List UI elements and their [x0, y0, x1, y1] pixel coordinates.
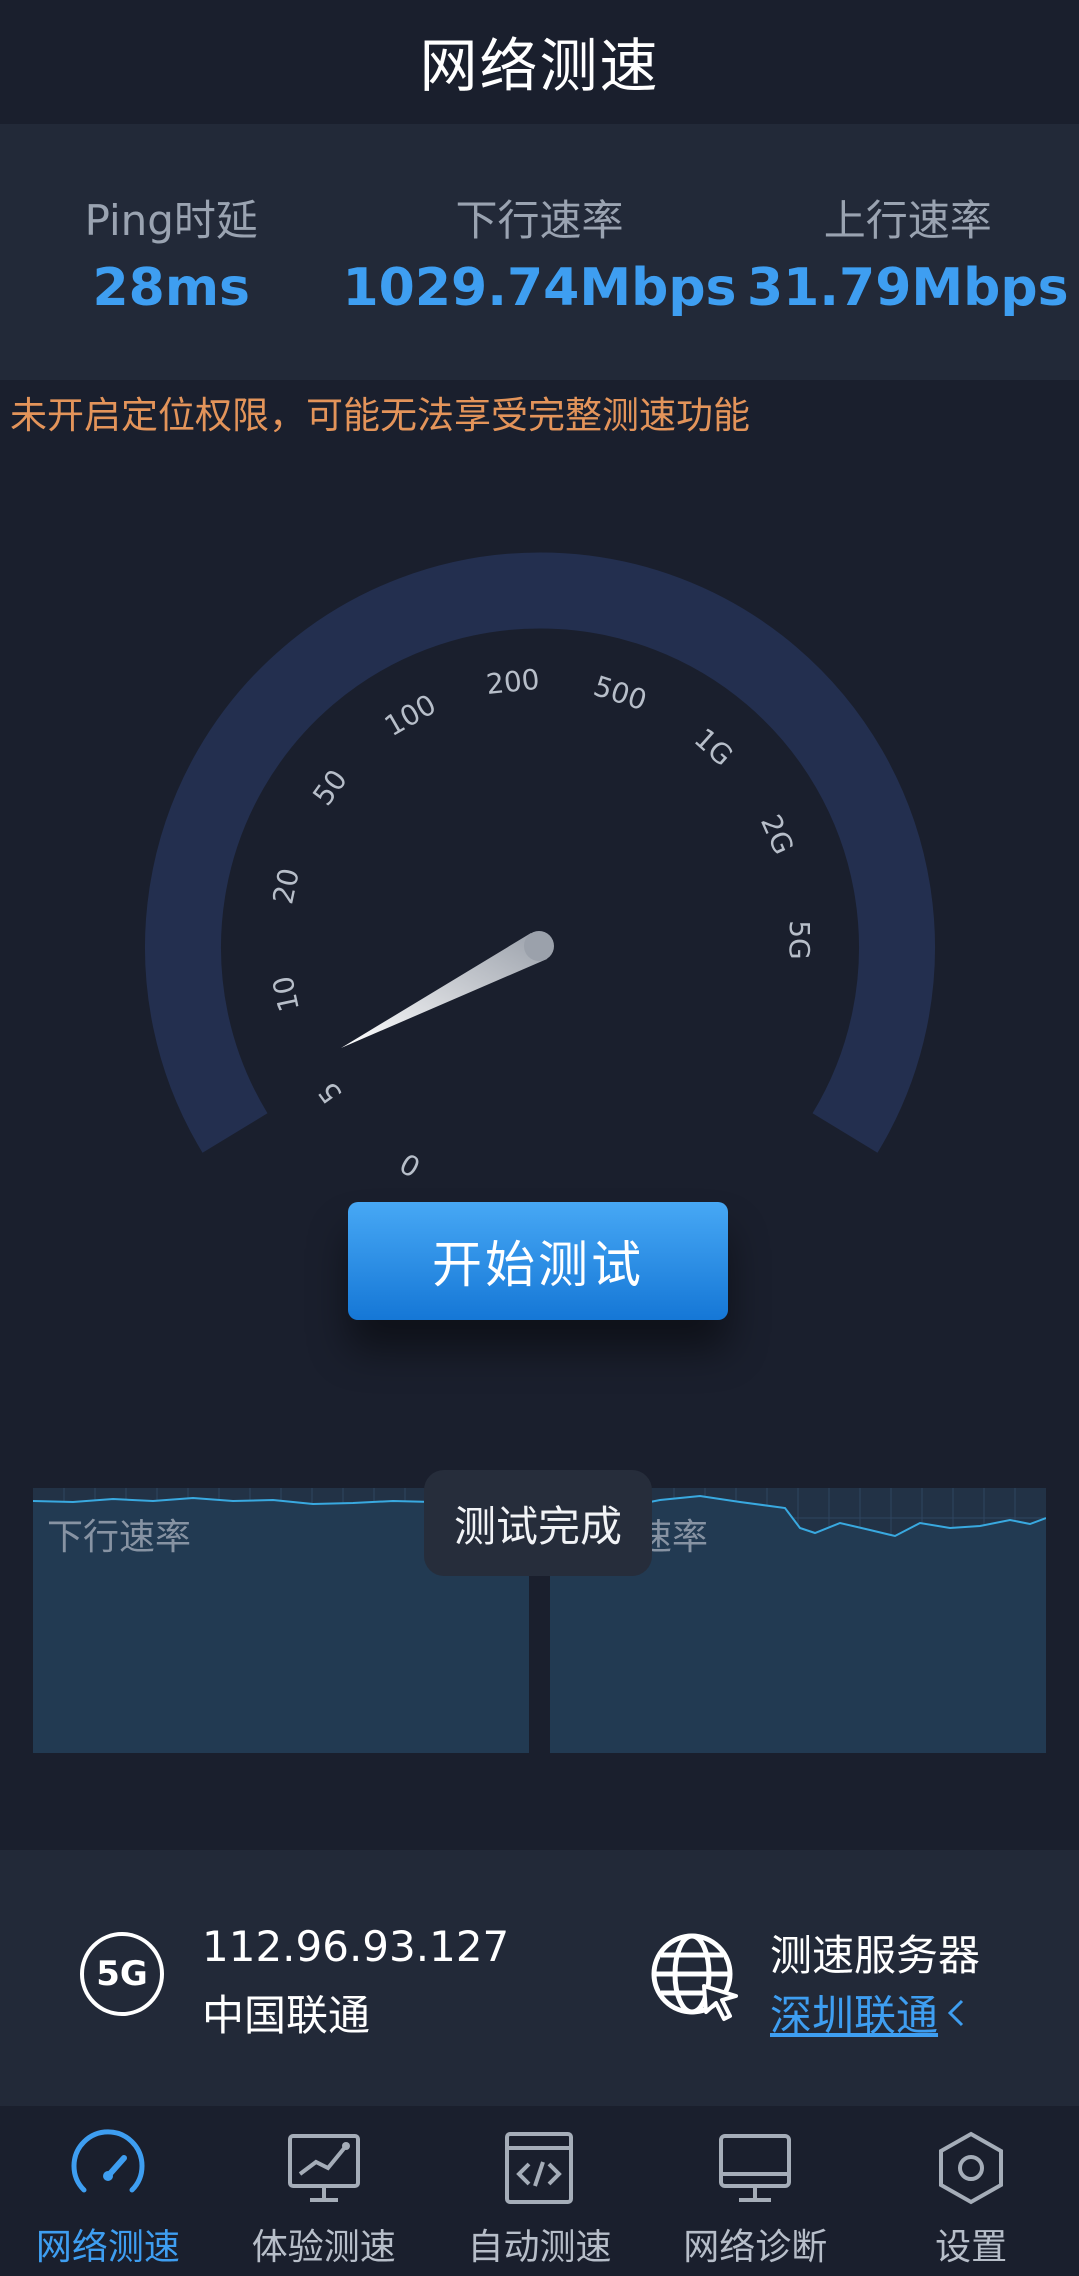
speed-gauge: 0 5 10 20 50 100 200 500 1G 2G 5G [145, 552, 935, 1180]
stat-value: 28ms [92, 257, 251, 318]
stat-label: 下行速率 [455, 195, 624, 245]
gauge-scale-label: 500 [590, 669, 651, 717]
nav-label: 自动测速 [467, 2227, 612, 2268]
gauge-scale-label: 5 [311, 1076, 348, 1110]
gauge-scale-label: 1G [688, 722, 739, 773]
hexagon-settings-icon [939, 2131, 1004, 2205]
gauge-scale-label: 200 [485, 663, 542, 701]
stat-upload: 上行速率 31.79Mbps [737, 124, 1079, 380]
globe-server-icon [651, 1933, 738, 2021]
nav-item-diagnosis[interactable]: 网络诊断 [647, 2108, 863, 2276]
gauge-scale-label: 2G [754, 810, 800, 860]
gauge-scale-labels: 0 5 10 20 50 100 200 500 1G 2G 5G [266, 663, 816, 1180]
stat-value: 1029.74Mbps [342, 257, 737, 318]
nav-label: 设置 [935, 2227, 1008, 2268]
start-test-button[interactable]: 开始测试 [348, 1202, 728, 1320]
code-window-icon [505, 2132, 574, 2204]
stat-value: 31.79Mbps [746, 257, 1069, 318]
gauge-scale-label: 50 [306, 763, 354, 811]
page-title: 网络测速 [419, 32, 660, 100]
nav-item-experience-test[interactable]: 体验测速 [216, 2108, 432, 2276]
location-permission-warning[interactable]: 未开启定位权限，可能无法享受完整测速功能 [10, 388, 750, 444]
download-graph-label: 下行速率 [47, 1517, 192, 1558]
title-bar: 网络测速 [0, 0, 1079, 122]
nav-label: 体验测速 [251, 2227, 396, 2268]
test-complete-toast: 测试完成 [424, 1470, 652, 1576]
gauge-scale-label: 20 [266, 865, 306, 907]
gauge-scale-label: 100 [379, 688, 442, 743]
server-name[interactable]: 深圳联通 [770, 1982, 938, 2043]
nav-label: 网络诊断 [683, 2227, 828, 2268]
nav-item-settings[interactable]: 设置 [863, 2108, 1079, 2276]
nav-item-speed-test[interactable]: 网络测速 [0, 2108, 216, 2276]
gauge-arc [145, 552, 935, 1153]
stats-panel: Ping时延 28ms 下行速率 1029.74Mbps 上行速率 31.79M… [0, 124, 1079, 380]
gauge-needle [341, 931, 554, 1048]
stat-download: 下行速率 1029.74Mbps [343, 124, 737, 380]
desktop-icon [719, 2134, 792, 2202]
stat-label: Ping时延 [84, 195, 258, 245]
server-select-link[interactable]: 深圳联通 [770, 1982, 966, 2043]
bottom-nav: 网络测速 体验测速 自动测速 网络诊断 设置 [0, 2108, 1079, 2276]
chevron-left-icon [947, 1999, 964, 2026]
speed-server-label: 测速服务器 [770, 1931, 981, 1980]
gauge-scale-label: 5G [783, 920, 816, 960]
monitor-chart-icon [287, 2134, 360, 2202]
ip-address: 112.96.93.127 [202, 1922, 510, 1971]
speedometer-icon [71, 2129, 145, 2193]
gauge-scale-label: 0 [394, 1146, 426, 1180]
stat-ping: Ping时延 28ms [0, 124, 343, 380]
nav-label: 网络测速 [35, 2227, 180, 2268]
isp-name: 中国联通 [202, 1991, 371, 2040]
network-type-badge: 5G [80, 1932, 164, 2016]
nav-item-auto-test[interactable]: 自动测速 [432, 2108, 648, 2276]
stat-label: 上行速率 [823, 195, 992, 245]
gauge-scale-label: 10 [266, 973, 306, 1015]
